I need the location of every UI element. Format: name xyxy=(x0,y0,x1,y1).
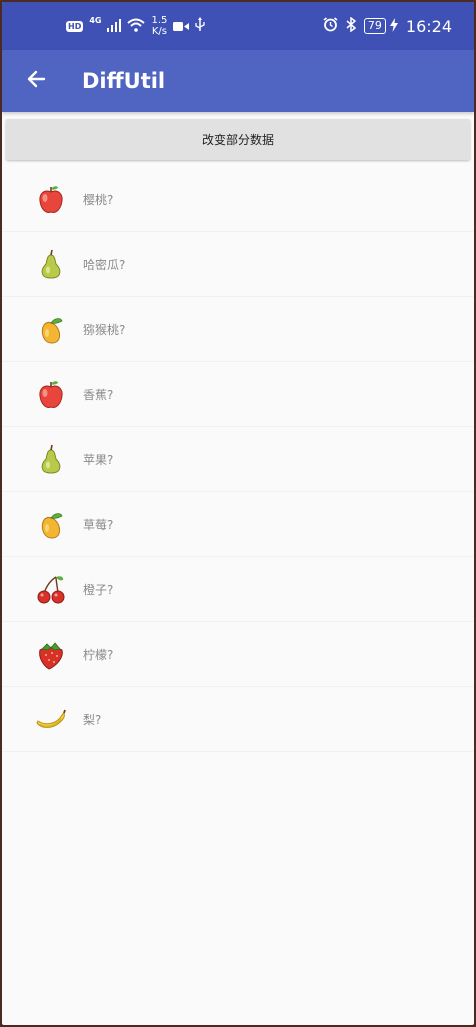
page-title: DiffUtil xyxy=(82,69,166,93)
fruit-label: 哈密瓜? xyxy=(83,258,126,272)
banana-icon xyxy=(34,703,68,737)
network-type: 4G xyxy=(89,15,102,25)
usb-icon xyxy=(195,16,206,36)
network-speed: 1.5 K/s xyxy=(151,15,167,37)
mango-icon xyxy=(34,508,68,542)
cherry-icon xyxy=(34,573,68,607)
change-data-button[interactable]: 改变部分数据 xyxy=(6,119,470,160)
list-item[interactable]: 樱桃? xyxy=(2,167,474,232)
status-right-group: 79 16:24 xyxy=(323,2,452,50)
bluetooth-icon xyxy=(346,16,357,36)
apple-icon xyxy=(34,183,68,217)
fruit-label: 梨? xyxy=(83,713,102,727)
strawberry-icon xyxy=(34,638,68,672)
fruit-label: 苹果? xyxy=(83,453,114,467)
charging-icon xyxy=(389,17,398,36)
fruit-label: 猕猴桃? xyxy=(83,323,126,337)
clock: 16:24 xyxy=(405,16,452,36)
fruit-label: 香蕉? xyxy=(83,388,114,402)
list-item[interactable]: 草莓? xyxy=(2,492,474,557)
arrow-left-icon xyxy=(26,70,46,92)
wifi-icon xyxy=(127,17,146,36)
speed-value: 1.5 xyxy=(151,15,168,26)
pear-icon xyxy=(34,248,68,282)
phone-screen: HD 4G 1.5 K/s 79 16:24 DiffUtil 改变部分数据 樱… xyxy=(0,0,476,1027)
fruit-label: 樱桃? xyxy=(83,193,114,207)
battery-indicator: 79 xyxy=(363,18,386,34)
list-item[interactable]: 梨? xyxy=(2,687,474,752)
fruit-label: 柠檬? xyxy=(83,648,114,662)
alarm-icon xyxy=(323,16,338,36)
status-left-group: HD 4G 1.5 K/s xyxy=(66,2,206,50)
pear-icon xyxy=(34,443,68,477)
apple-icon xyxy=(34,378,68,412)
hd-icon: HD xyxy=(66,20,84,32)
fruit-label: 草莓? xyxy=(83,518,114,532)
signal-icon xyxy=(107,17,122,36)
fruit-list: 樱桃? 哈密瓜? 猕猴桃? 香蕉? 苹果? 草莓? 橙子? 柠檬? 梨? xyxy=(2,167,474,752)
video-camera-icon xyxy=(173,17,190,36)
battery-icon: 79 xyxy=(363,18,386,34)
speed-unit: K/s xyxy=(151,26,167,37)
list-item[interactable]: 哈密瓜? xyxy=(2,232,474,297)
list-item[interactable]: 柠檬? xyxy=(2,622,474,687)
app-bar: DiffUtil xyxy=(2,50,474,112)
list-item[interactable]: 猕猴桃? xyxy=(2,297,474,362)
list-item[interactable]: 香蕉? xyxy=(2,362,474,427)
list-item[interactable]: 橙子? xyxy=(2,557,474,622)
status-bar: HD 4G 1.5 K/s 79 16:24 xyxy=(2,2,474,50)
fruit-label: 橙子? xyxy=(83,583,114,597)
mango-icon xyxy=(34,313,68,347)
list-item[interactable]: 苹果? xyxy=(2,427,474,492)
back-button[interactable] xyxy=(16,61,56,101)
